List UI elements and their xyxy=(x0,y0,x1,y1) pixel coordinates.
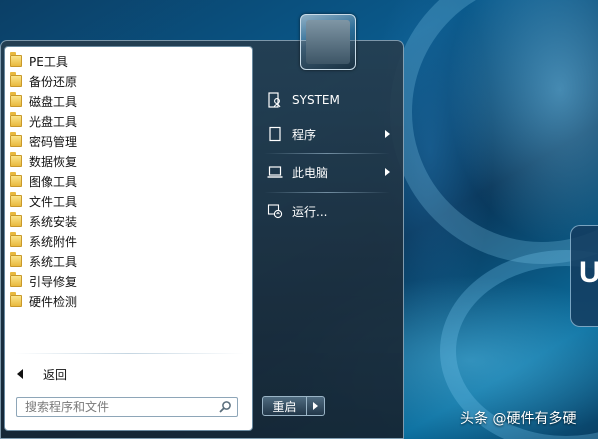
user-folder-item[interactable]: SYSTEM xyxy=(262,86,394,114)
program-item[interactable]: 硬件检测 xyxy=(7,291,248,311)
program-label: PE工具 xyxy=(29,54,68,69)
desktop-tile[interactable]: U xyxy=(570,225,598,327)
user-icon xyxy=(266,91,284,109)
chevron-right-icon xyxy=(385,168,390,176)
folder-icon xyxy=(10,152,22,167)
run-label: 运行... xyxy=(292,204,328,219)
program-label: 数据恢复 xyxy=(29,154,78,169)
search-input[interactable] xyxy=(23,399,217,415)
user-picture[interactable] xyxy=(300,14,356,70)
program-label: 图像工具 xyxy=(29,174,78,189)
back-arrow-icon xyxy=(17,369,23,379)
folder-icon xyxy=(10,232,22,247)
divider xyxy=(264,153,390,154)
program-item[interactable]: 磁盘工具 xyxy=(7,91,248,111)
program-label: 磁盘工具 xyxy=(29,94,78,109)
program-label: 系统附件 xyxy=(29,234,78,249)
avatar xyxy=(306,20,350,64)
restart-button[interactable]: 重启 xyxy=(262,396,307,416)
chevron-right-icon xyxy=(385,130,390,138)
divider xyxy=(264,192,390,193)
program-item[interactable]: 系统安装 xyxy=(7,211,248,231)
back-label: 返回 xyxy=(43,367,68,382)
computer-icon xyxy=(266,163,284,181)
program-item[interactable]: 密码管理 xyxy=(7,131,248,151)
folder-icon xyxy=(10,72,22,87)
program-item[interactable]: 系统工具 xyxy=(7,251,248,271)
watermark: 头条 @硬件有多硬 xyxy=(460,411,577,427)
folder-icon xyxy=(10,132,22,147)
program-label: 硬件检测 xyxy=(29,294,78,309)
run-icon xyxy=(266,202,284,220)
folder-icon xyxy=(10,52,22,67)
computer-menu-item[interactable]: 此电脑 xyxy=(262,158,394,186)
program-item[interactable]: 备份还原 xyxy=(7,71,248,91)
back-button[interactable]: 返回 xyxy=(11,363,241,385)
program-list: PE工具 备份还原 磁盘工具 光盘工具 密码管理 数据恢复 图像工具 文件工具 … xyxy=(7,51,248,311)
restart-options-button[interactable] xyxy=(307,396,325,416)
program-label: 文件工具 xyxy=(29,194,78,209)
program-item[interactable]: 引导修复 xyxy=(7,271,248,291)
program-label: 引导修复 xyxy=(29,274,78,289)
programs-label: 程序 xyxy=(292,127,317,142)
desktop-tile-letter: U xyxy=(579,256,598,289)
folder-icon xyxy=(10,172,22,187)
folder-icon xyxy=(10,252,22,267)
folder-icon xyxy=(10,92,22,107)
program-item[interactable]: 图像工具 xyxy=(7,171,248,191)
restart-group: 重启 xyxy=(262,396,325,418)
computer-label: 此电脑 xyxy=(292,165,329,180)
program-item[interactable]: 系统附件 xyxy=(7,231,248,251)
program-label: 光盘工具 xyxy=(29,114,78,129)
folder-icon xyxy=(10,292,22,307)
folder-icon xyxy=(10,212,22,227)
search-icon[interactable] xyxy=(217,399,233,415)
programs-icon xyxy=(266,125,284,143)
program-item[interactable]: 文件工具 xyxy=(7,191,248,211)
wallpaper-swirl xyxy=(390,0,598,264)
program-item[interactable]: 数据恢复 xyxy=(7,151,248,171)
folder-icon xyxy=(10,112,22,127)
program-label: 密码管理 xyxy=(29,134,78,149)
programs-menu-item[interactable]: 程序 xyxy=(262,120,394,148)
program-label: 系统工具 xyxy=(29,254,78,269)
search-box[interactable] xyxy=(16,397,238,417)
program-item[interactable]: PE工具 xyxy=(7,51,248,71)
user-name: SYSTEM xyxy=(292,93,340,107)
run-menu-item[interactable]: 运行... xyxy=(262,197,394,225)
divider xyxy=(13,353,244,354)
program-item[interactable]: 光盘工具 xyxy=(7,111,248,131)
chevron-right-icon xyxy=(313,402,318,410)
programs-pane: PE工具 备份还原 磁盘工具 光盘工具 密码管理 数据恢复 图像工具 文件工具 … xyxy=(4,46,253,431)
program-label: 系统安装 xyxy=(29,214,78,229)
folder-icon xyxy=(10,192,22,207)
program-label: 备份还原 xyxy=(29,74,78,89)
folder-icon xyxy=(10,272,22,287)
